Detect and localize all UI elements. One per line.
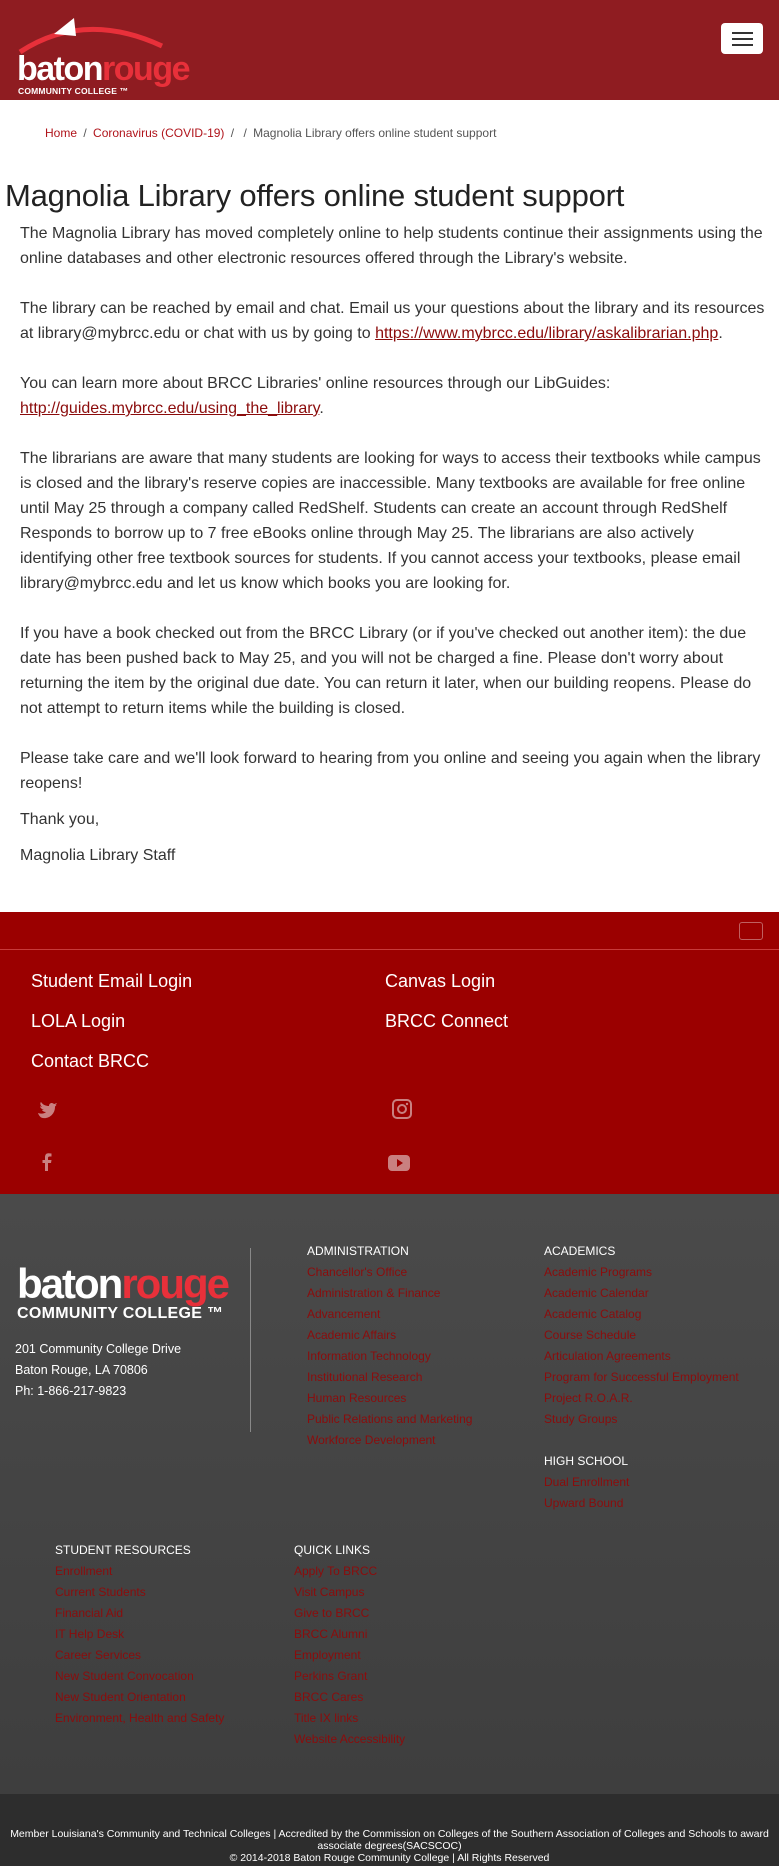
quick-links-band: Student Email Login Canvas Login LOLA Lo…	[0, 912, 779, 1194]
logo-wordmark: batonrouge	[17, 50, 190, 88]
footer-link[interactable]: Academic Affairs	[307, 1325, 472, 1346]
footer-link[interactable]: Employment	[294, 1645, 405, 1666]
contact-brcc-link[interactable]: Contact BRCC	[31, 1051, 149, 1072]
article-body: The Magnolia Library has moved completel…	[20, 221, 765, 879]
footer-heading-academics: ACADEMICS	[544, 1244, 616, 1258]
footer-link[interactable]: BRCC Cares	[294, 1687, 405, 1708]
footer-divider	[250, 1248, 251, 1432]
footer-logo[interactable]: batonrouge COMMUNITY COLLEGE ™	[17, 1260, 230, 1323]
footer-link[interactable]: Dual Enrollment	[544, 1472, 739, 1493]
footer-col-administration: ADMINISTRATION Chancellor's Office Admin…	[307, 1241, 472, 1451]
paragraph-contact: The library can be reached by email and …	[20, 300, 765, 342]
page-title: Magnolia Library offers online student s…	[5, 178, 625, 213]
footer-link[interactable]: Workforce Development	[307, 1430, 472, 1451]
footer-heading-student-resources: STUDENT RESOURCES	[55, 1543, 191, 1557]
site-header: batonrouge COMMUNITY COLLEGE ™	[0, 0, 779, 100]
footer-link[interactable]: New Student Convocation	[55, 1666, 224, 1687]
twitter-icon[interactable]	[35, 1099, 59, 1123]
footer-link[interactable]: Title IX links	[294, 1708, 405, 1729]
paragraph-signature: Magnolia Library Staff	[20, 847, 176, 864]
footer-col-academics: ACADEMICS Academic Programs Academic Cal…	[544, 1241, 739, 1514]
lola-login-link[interactable]: LOLA Login	[31, 1011, 125, 1032]
footer-link[interactable]: Advancement	[307, 1304, 472, 1325]
libguides-link[interactable]: http://guides.mybrcc.edu/using_the_libra…	[20, 400, 319, 417]
footer-link[interactable]: Course Schedule	[544, 1325, 739, 1346]
breadcrumb: Home / Coronavirus (COVID-19) / / Magnol…	[45, 126, 497, 140]
footer-link[interactable]: Articulation Agreements	[544, 1346, 739, 1367]
facebook-icon[interactable]	[35, 1150, 59, 1174]
footer-link[interactable]: Perkins Grant	[294, 1666, 405, 1687]
footer-link[interactable]: Apply To BRCC	[294, 1561, 405, 1582]
breadcrumb-covid[interactable]: Coronavirus (COVID-19)	[93, 126, 224, 140]
footer-heading-quick-links: QUICK LINKS	[294, 1543, 371, 1557]
footer-bottom-bar: Member Louisiana's Community and Technic…	[0, 1794, 779, 1866]
footer-col-quick-links: QUICK LINKS Apply To BRCC Visit Campus G…	[294, 1540, 405, 1750]
hamburger-menu-icon[interactable]	[721, 23, 763, 54]
footer-logo-subtitle: COMMUNITY COLLEGE ™	[17, 1305, 224, 1322]
brcc-connect-link[interactable]: BRCC Connect	[385, 1011, 508, 1032]
breadcrumb-home[interactable]: Home	[45, 126, 77, 140]
footer-link[interactable]: Current Students	[55, 1582, 224, 1603]
site-footer: batonrouge COMMUNITY COLLEGE ™ 201 Commu…	[0, 1194, 779, 1794]
paragraph-closing: Please take care and we'll look forward …	[20, 750, 761, 792]
breadcrumb-current: Magnolia Library offers online student s…	[253, 126, 497, 140]
accreditation-text: Member Louisiana's Community and Technic…	[10, 1828, 769, 1852]
footer-link[interactable]: New Student Orientation	[55, 1687, 224, 1708]
footer-link[interactable]: IT Help Desk	[55, 1624, 224, 1645]
footer-link[interactable]: Public Relations and Marketing	[307, 1409, 472, 1430]
instagram-icon[interactable]	[390, 1097, 414, 1121]
footer-link[interactable]: Give to BRCC	[294, 1603, 405, 1624]
footer-link[interactable]: Study Groups	[544, 1409, 739, 1430]
footer-link[interactable]: Financial Aid	[55, 1603, 224, 1624]
footer-link[interactable]: Information Technology	[307, 1346, 472, 1367]
paragraph-intro: The Magnolia Library has moved completel…	[20, 225, 763, 267]
footer-link[interactable]: Administration & Finance	[307, 1283, 472, 1304]
askalibrarian-link[interactable]: https://www.mybrcc.edu/library/askalibra…	[375, 325, 718, 342]
copyright-text: © 2014-2018 Baton Rouge Community Colleg…	[229, 1852, 550, 1864]
footer-link[interactable]: Chancellor's Office	[307, 1262, 472, 1283]
paragraph-libguides: You can learn more about BRCC Libraries'…	[20, 375, 611, 417]
band-toggle-button[interactable]	[739, 922, 763, 940]
footer-link[interactable]: Website Accessibility	[294, 1729, 405, 1750]
footer-link[interactable]: Academic Catalog	[544, 1304, 739, 1325]
footer-link[interactable]: Program for Successful Employment	[544, 1367, 739, 1388]
paragraph-checkouts: If you have a book checked out from the …	[20, 625, 752, 717]
canvas-login-link[interactable]: Canvas Login	[385, 971, 495, 992]
footer-link[interactable]: Upward Bound	[544, 1493, 739, 1514]
footer-link[interactable]: Academic Programs	[544, 1262, 739, 1283]
logo-subtitle: COMMUNITY COLLEGE ™	[18, 86, 129, 96]
footer-link[interactable]: Project R.O.A.R.	[544, 1388, 739, 1409]
footer-link[interactable]: Academic Calendar	[544, 1283, 739, 1304]
footer-link[interactable]: Visit Campus	[294, 1582, 405, 1603]
footer-link[interactable]: BRCC Alumni	[294, 1624, 405, 1645]
footer-link[interactable]: Career Services	[55, 1645, 224, 1666]
paragraph-thanks: Thank you,	[20, 811, 100, 828]
footer-col-student-resources: STUDENT RESOURCES Enrollment Current Stu…	[55, 1540, 224, 1729]
footer-heading-high-school: HIGH SCHOOL	[544, 1454, 629, 1468]
youtube-icon[interactable]	[387, 1151, 411, 1175]
band-top-strip	[0, 912, 779, 950]
brcc-logo[interactable]: batonrouge COMMUNITY COLLEGE ™	[14, 16, 190, 96]
paragraph-textbooks: The librarians are aware that many stude…	[20, 450, 761, 592]
footer-heading-administration: ADMINISTRATION	[307, 1244, 409, 1258]
footer-link[interactable]: Institutional Research	[307, 1367, 472, 1388]
student-email-login-link[interactable]: Student Email Login	[31, 971, 192, 992]
footer-link[interactable]: Enrollment	[55, 1561, 224, 1582]
footer-logo-wordmark: batonrouge	[17, 1260, 230, 1307]
footer-link[interactable]: Human Resources	[307, 1388, 472, 1409]
footer-address: 201 Community College Drive Baton Rouge,…	[15, 1342, 182, 1398]
footer-link[interactable]: Environment, Health and Safety	[55, 1708, 224, 1729]
